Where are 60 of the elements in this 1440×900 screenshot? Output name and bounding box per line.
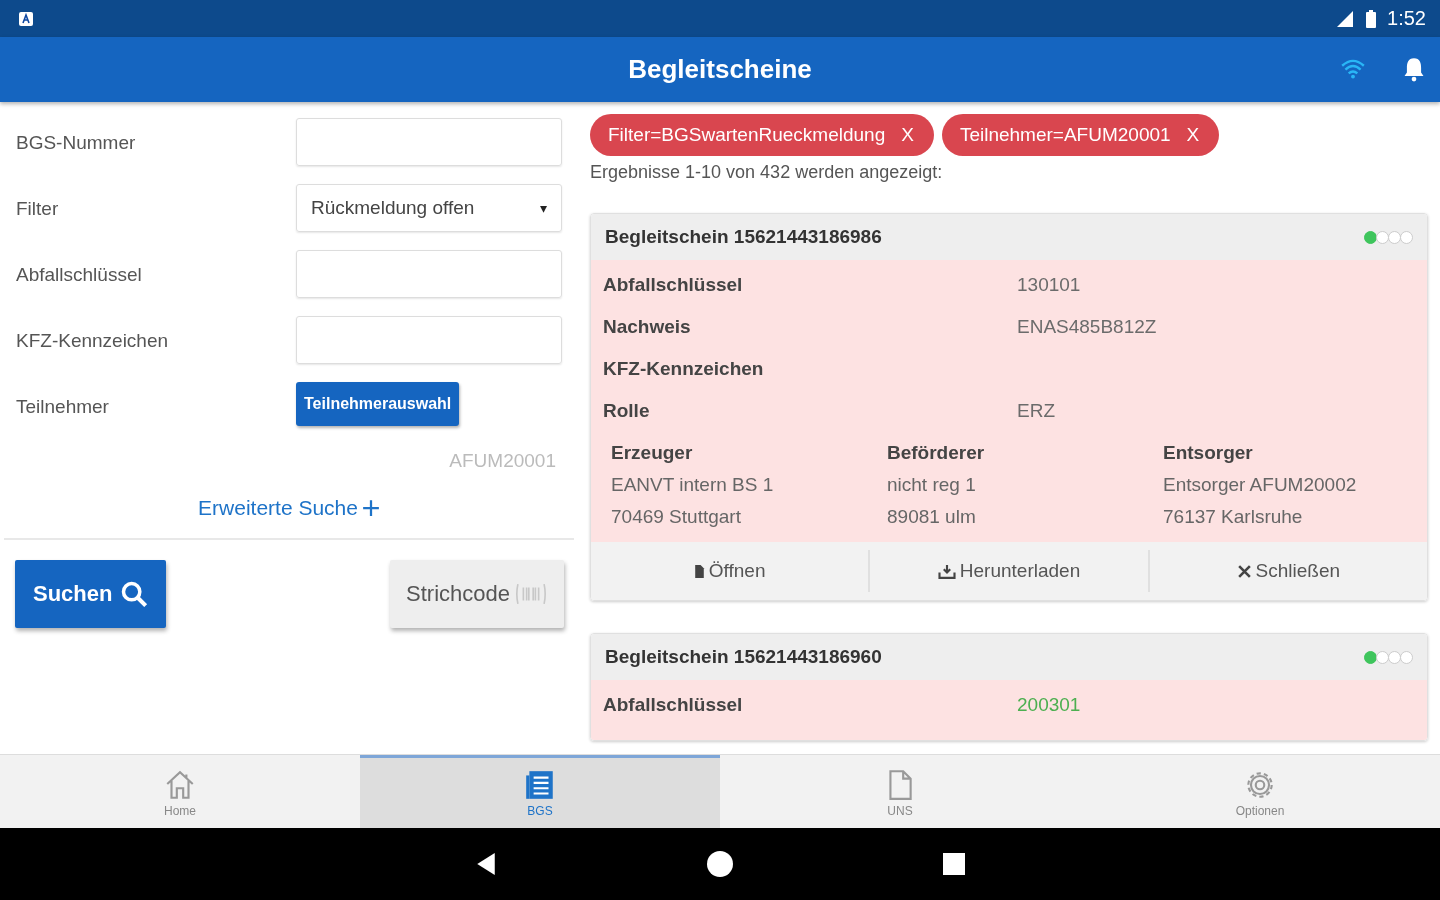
search-icon	[120, 580, 149, 608]
detail-label: Abfallschlüssel	[603, 274, 744, 296]
detail-label: Nachweis	[603, 316, 692, 338]
input-field[interactable]	[296, 250, 562, 298]
detail-label: Rolle	[603, 400, 651, 422]
document-icon	[693, 563, 705, 579]
nav-tab[interactable]: BGS	[360, 755, 720, 828]
download-icon	[937, 563, 956, 579]
remove-filter-button[interactable]: X	[901, 124, 914, 146]
field-label: Abfallschlüssel	[15, 263, 143, 286]
party-heading: Entsorger	[1163, 442, 1254, 464]
app-title: Begleitscheine	[628, 54, 812, 85]
clock-time: 1:52	[1387, 7, 1426, 30]
search-button[interactable]: Suchen	[15, 560, 167, 628]
party-address: Entsorger AFUM20002	[1163, 474, 1358, 496]
nav-tab[interactable]: Home	[0, 755, 360, 828]
home-circle-icon[interactable]	[707, 851, 733, 877]
card-action-button[interactable]: Schließen	[1149, 550, 1427, 592]
field-label: Teilnehmer	[15, 395, 110, 418]
detail-label: KFZ-Kennzeichen	[603, 358, 765, 380]
close-icon	[1236, 563, 1252, 579]
participant-id: AFUM20001	[449, 450, 556, 472]
card-action-button[interactable]: Öffnen	[591, 550, 871, 592]
battery-icon	[1365, 8, 1378, 29]
app-notification-icon	[18, 10, 34, 27]
filter-chip[interactable]: Filter=BGSwartenRueckmeldung X	[590, 114, 934, 156]
detail-value: 200301	[1017, 694, 1081, 716]
detail-value: ENAS485B812Z	[1017, 316, 1157, 338]
notification-bell-icon[interactable]	[1402, 56, 1426, 82]
card-title: Begleitschein 15621443186960	[605, 646, 882, 668]
detail-label: Abfallschlüssel	[603, 694, 744, 716]
party-address: 76137 Karlsruhe	[1163, 506, 1304, 528]
nav-tab[interactable]: Optionen	[1080, 755, 1440, 828]
filter-chip[interactable]: Teilnehmer=AFUM20001 X	[941, 114, 1220, 156]
participant-select-button[interactable]: Teilnehmerauswahl	[296, 382, 460, 426]
party-address: EANVT intern BS 1	[611, 474, 775, 496]
barcode-button[interactable]: Strichcode	[390, 560, 564, 628]
party-address: 89081 ulm	[887, 506, 977, 528]
field-label: KFZ-Kennzeichen	[15, 329, 170, 352]
party-address: 70469 Stuttgart	[611, 506, 742, 528]
field-label: BGS-Nummer	[15, 131, 137, 154]
filter-dropdown[interactable]: Rückmeldung offen ▾	[296, 184, 562, 232]
card-action-button[interactable]: Herunterladen	[870, 550, 1150, 592]
detail-value: ERZ	[1017, 400, 1055, 422]
back-icon[interactable]	[475, 852, 497, 876]
input-field[interactable]	[296, 316, 562, 364]
remove-filter-button[interactable]: X	[1186, 124, 1200, 146]
nav-tab[interactable]: UNS	[720, 755, 1080, 828]
result-count: Ergebnisse 1-10 von 432 werden angezeigt:	[590, 162, 944, 183]
wifi-icon[interactable]	[1340, 58, 1366, 80]
field-label: Filter	[15, 197, 60, 220]
card-title: Begleitschein 15621443186986	[605, 226, 882, 248]
barcode-icon	[514, 582, 548, 606]
party-heading: Erzeuger	[611, 442, 694, 464]
party-address: nicht reg 1	[887, 474, 977, 496]
advanced-search-link[interactable]: Erweiterte Suche	[198, 496, 358, 520]
party-heading: Beförderer	[887, 442, 986, 464]
detail-value: 130101	[1017, 274, 1081, 296]
plus-icon[interactable]	[361, 499, 380, 517]
input-field[interactable]	[296, 118, 562, 166]
